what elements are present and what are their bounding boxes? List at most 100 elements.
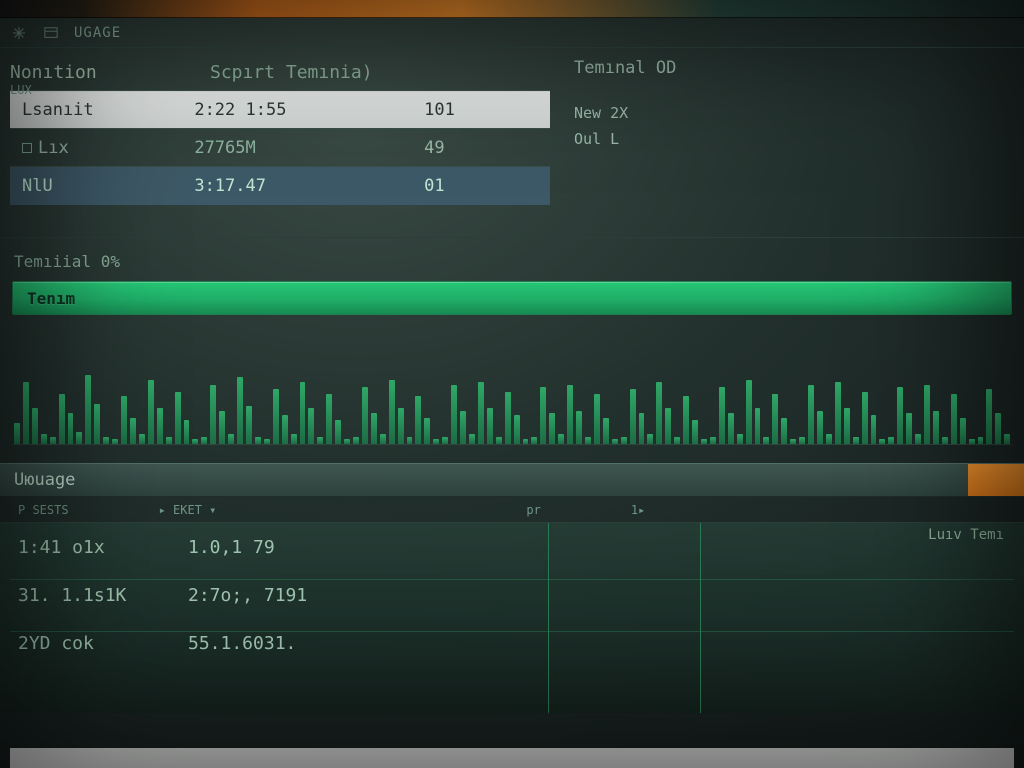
colhead-sests[interactable]: P SESTS (18, 503, 69, 517)
spectrum-bar (951, 394, 957, 444)
monitor-window: UGAGE Nonıtion LUX Scpırt Temınia) Lsanı… (0, 18, 1024, 768)
colhead-pr[interactable]: pr (526, 503, 540, 517)
spectrum-bar (603, 418, 609, 444)
spectrum-bar (85, 375, 91, 444)
spectrum-bar (549, 413, 555, 444)
spectrum-bar (817, 411, 823, 444)
spectrum-bar (995, 413, 1001, 444)
spectrum-bar (871, 415, 877, 444)
spectrum-bar (228, 434, 234, 444)
spectrum-bar (701, 439, 707, 444)
progress-bar[interactable]: Tenım (12, 281, 1012, 315)
spectrum-bar (942, 437, 948, 444)
usage-row[interactable]: 1:41 o1x 1.0,1 79 (0, 523, 1024, 571)
spectrum-bar (50, 437, 56, 444)
spectrum-bar (442, 437, 448, 444)
spectrum-bar (772, 394, 778, 444)
spectrum-bar (978, 437, 984, 444)
spectrum-bar (139, 434, 145, 444)
col-script-terminal: Scpırt Temınia) (210, 62, 373, 83)
usage-cell: 1:41 o1x (18, 537, 148, 558)
progress-bar-label: Tenım (27, 289, 75, 308)
colhead-eket[interactable]: ▸ EKET ▾ (159, 503, 217, 517)
panel-icon[interactable] (42, 25, 60, 41)
right-item-new[interactable]: New 2X (574, 104, 1010, 122)
spectrum-bar (389, 380, 395, 444)
spectrum-bar (487, 408, 493, 444)
spectrum-bar (326, 394, 332, 444)
spectrum-bar (781, 418, 787, 444)
spectrum-bar (933, 411, 939, 444)
spectrum-bar (826, 434, 832, 444)
snowflake-icon[interactable] (10, 25, 28, 41)
spectrum-bar (344, 439, 350, 444)
spectrum-bar (969, 439, 975, 444)
menubar: UGAGE (0, 18, 1024, 48)
spectrum-bar (853, 437, 859, 444)
spectrum-bar (148, 380, 154, 444)
spectrum-bar (219, 411, 225, 444)
activity-section: Temıiial 0% Tenım (0, 238, 1024, 445)
spectrum-bar (335, 420, 341, 444)
spectrum-bar (496, 437, 502, 444)
spectrum-bar (763, 437, 769, 444)
process-table: Lsanıit2:22 1:55101Lıx27765M49NlU3:17.47… (10, 90, 550, 205)
usage-cell: 31. 1.1s1K (18, 585, 148, 606)
spectrum-bar (674, 437, 680, 444)
table-row[interactable]: Lıx27765M49 (10, 129, 550, 167)
spectrum-bar (585, 437, 591, 444)
spectrum-bar (514, 415, 520, 444)
colhead-1[interactable]: 1▸ (631, 503, 645, 517)
spectrum-bar (986, 389, 992, 444)
footer-input-area[interactable] (10, 748, 1014, 768)
spectrum-bar (540, 387, 546, 444)
spectrum-bar (924, 385, 930, 445)
checkbox-icon[interactable] (22, 143, 32, 153)
spectrum-bar (558, 434, 564, 444)
spectrum-bar (103, 437, 109, 444)
spectrum-bar (407, 437, 413, 444)
spectrum-bar (630, 389, 636, 444)
col-lux: LUX (10, 83, 150, 97)
spectrum-bar (317, 437, 323, 444)
spectrum-bar (94, 404, 100, 444)
usage-header: Uюuage (0, 463, 1024, 497)
right-panel-title: Temınal OD (574, 58, 1010, 78)
spectrum-bar (737, 434, 743, 444)
spectrum-bar (415, 396, 421, 444)
table-row[interactable]: NlU3:17.4701 (10, 167, 550, 205)
spectrum-bar (647, 434, 653, 444)
spectrum-bar (879, 439, 885, 444)
spectrum-bar (32, 408, 38, 444)
usage-column-headers: P SESTS ▸ EKET ▾ pr 1▸ (0, 497, 1024, 523)
usage-row[interactable]: 2YD cok 55.1.6031. (0, 619, 1024, 667)
spectrum-bar (719, 387, 725, 444)
usage-cell: 2YD cok (18, 633, 148, 654)
spectrum-bar (184, 420, 190, 444)
spectrum-bar (371, 413, 377, 444)
spectrum-bar (683, 396, 689, 444)
spectrum-bar (237, 377, 243, 444)
spectrum-bar (469, 434, 475, 444)
process-table-header: Nonıtion LUX Scpırt Temınia) (10, 54, 560, 90)
spectrum-bar (291, 434, 297, 444)
spectrum-bar (531, 437, 537, 444)
right-item-out[interactable]: Oul L (574, 130, 1010, 148)
spectrum-bar (906, 413, 912, 444)
spectrum-bar (308, 408, 314, 444)
spectrum-bar (121, 396, 127, 444)
spectrum-bar (790, 439, 796, 444)
activity-spectrum-chart (12, 325, 1012, 445)
spectrum-bar (665, 408, 671, 444)
menubar-title: UGAGE (74, 25, 121, 41)
usage-cell: 1.0,1 79 (188, 537, 348, 558)
spectrum-bar (130, 418, 136, 444)
usage-cell: 55.1.6031. (188, 633, 348, 654)
spectrum-bar (915, 434, 921, 444)
spectrum-bar (14, 423, 20, 444)
spectrum-bar (799, 437, 805, 444)
spectrum-bar (1004, 434, 1010, 444)
spectrum-bar (746, 380, 752, 444)
spectrum-bar (201, 437, 207, 444)
spectrum-bar (68, 413, 74, 444)
